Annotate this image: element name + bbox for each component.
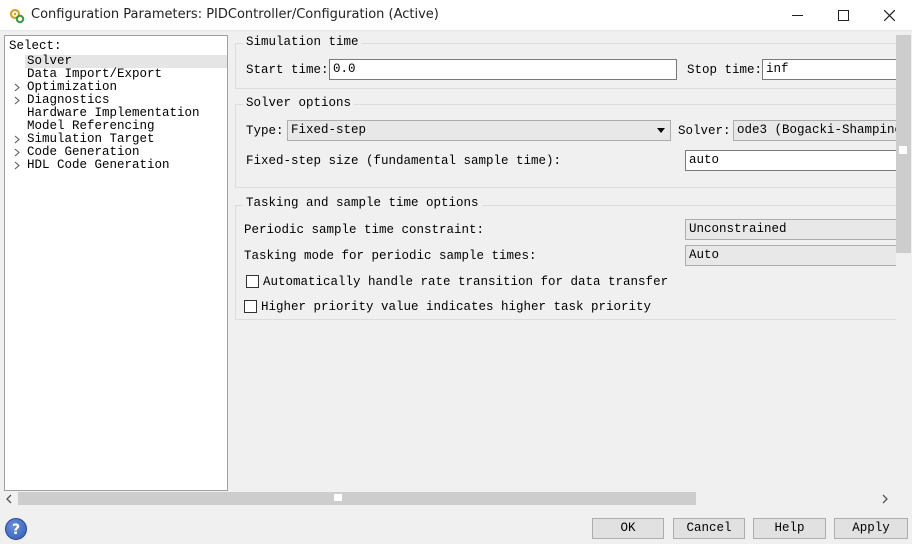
tasking-mode-label: Tasking mode for periodic sample times: [244,249,537,263]
solver-type-label: Type: [246,124,284,138]
chevron-right-icon[interactable] [13,161,21,170]
tree-item-label: Diagnostics [27,93,110,107]
solver-type-dropdown[interactable]: Fixed-step [287,120,671,141]
chevron-right-icon[interactable] [13,96,21,105]
apply-button[interactable]: Apply [834,518,908,539]
simulation-time-title: Simulation time [243,35,362,49]
solver-options-group [235,104,896,188]
solver-dropdown[interactable]: ode3 (Bogacki-Shampine) [733,120,896,141]
close-icon [883,10,895,21]
close-button[interactable] [866,0,912,31]
tree-item-label: Code Generation [27,145,140,159]
title-bar: Configuration Parameters: PIDController/… [0,0,912,31]
tree-header: Select: [9,39,62,53]
periodic-constraint-label: Periodic sample time constraint: [244,223,485,237]
help-button[interactable]: Help [753,518,826,539]
cancel-button[interactable]: Cancel [673,518,745,539]
vertical-scrollbar[interactable] [896,35,912,491]
tree-item-hdl-code-generation[interactable]: HDL Code Generation [14,158,170,172]
category-tree: Select: Solver Data Import/Export Optimi… [4,35,228,491]
start-time-label: Start time: [246,63,329,77]
scroll-right-icon[interactable] [881,494,889,504]
help-icon[interactable]: ? [5,518,27,540]
tree-item-label: Optimization [27,80,118,94]
rate-transition-label[interactable]: Automatically handle rate transition for… [263,275,668,289]
maximize-icon [837,10,849,21]
horizontal-scrollbar[interactable] [0,491,896,507]
chevron-right-icon[interactable] [13,148,21,157]
rate-transition-checkbox[interactable] [246,275,259,288]
priority-checkbox[interactable] [244,300,257,313]
tasking-mode-dropdown[interactable]: Auto [685,245,896,266]
start-time-input[interactable]: 0.0 [329,59,677,80]
minimize-icon [791,15,803,16]
ok-button[interactable]: OK [592,518,664,539]
minimize-button[interactable] [774,0,820,31]
step-size-label: Fixed-step size (fundamental sample time… [246,154,562,168]
solver-label: Solver: [678,124,731,138]
chevron-right-icon[interactable] [13,135,21,144]
settings-pane: Simulation time Start time: 0.0 Stop tim… [232,35,896,491]
tasking-title: Tasking and sample time options [243,196,482,210]
tasking-mode-value: Auto [689,248,720,262]
tree-item-label: HDL Code Generation [27,158,170,172]
chevron-right-icon[interactable] [13,83,21,92]
dropdown-arrow-icon [657,128,665,133]
tree-item-label: Model Referencing [27,119,155,133]
priority-label[interactable]: Higher priority value indicates higher t… [261,300,651,314]
tree-item-label: Data Import/Export [27,67,163,81]
step-size-input[interactable]: auto [685,150,896,171]
tree-item-label: Hardware Implementation [27,106,200,120]
horizontal-scroll-grip [333,493,343,502]
maximize-button[interactable] [820,0,866,31]
stop-time-label: Stop time: [687,63,763,77]
periodic-constraint-value: Unconstrained [689,222,787,236]
solver-options-title: Solver options [243,96,355,110]
horizontal-scroll-thumb[interactable] [18,492,696,505]
stop-time-input[interactable]: inf [762,59,896,80]
vertical-scroll-thumb[interactable] [896,35,911,253]
solver-value: ode3 (Bogacki-Shampine) [737,123,896,137]
tree-item-label: Simulation Target [27,132,155,146]
tree-item-label: Solver [27,54,73,68]
scroll-left-icon[interactable] [5,494,13,504]
periodic-constraint-dropdown[interactable]: Unconstrained [685,219,896,240]
simulink-gear-icon [9,8,25,24]
window-title: Configuration Parameters: PIDController/… [31,7,439,22]
solver-type-value: Fixed-step [291,123,367,137]
vertical-scroll-grip [898,145,908,155]
